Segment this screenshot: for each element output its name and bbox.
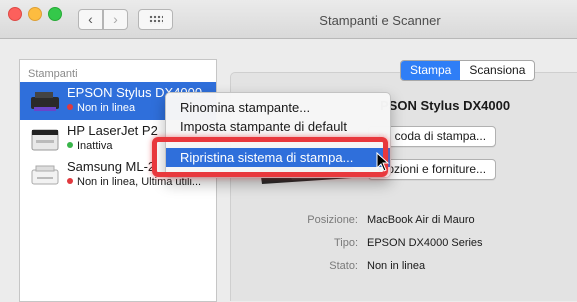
printer-status: Inattiva <box>67 140 112 152</box>
tab-print[interactable]: Stampa <box>401 61 461 80</box>
annotation-highlight <box>152 137 388 177</box>
zoom-window-button[interactable] <box>48 7 62 21</box>
printer-icon <box>31 92 59 111</box>
state-label: Stato: <box>329 260 358 272</box>
status-dot-icon <box>67 178 73 184</box>
printer-name: Samsung ML-2 <box>67 159 156 174</box>
cursor-icon <box>376 152 390 172</box>
printer-title: PSON Stylus DX4000 <box>380 98 511 113</box>
forward-button[interactable]: › <box>103 9 128 30</box>
window-title: Stampanti e Scanner <box>319 13 441 28</box>
minimize-window-button[interactable] <box>28 7 42 21</box>
forward-chevron-icon: › <box>113 11 118 27</box>
print-scan-segmented-control[interactable]: Stampa Scansiona <box>400 60 536 81</box>
location-value: MacBook Air di Mauro <box>367 214 475 226</box>
close-window-button[interactable] <box>8 7 22 21</box>
menu-item-rename[interactable]: Rinomina stampante... <box>166 98 390 117</box>
back-chevron-icon: ‹ <box>88 11 93 27</box>
printer-name: HP LaserJet P2 <box>67 123 158 138</box>
printer-icon <box>31 129 59 151</box>
back-button[interactable]: ‹ <box>78 9 103 30</box>
title-bar: ‹ › Stampanti e Scanner <box>0 0 577 39</box>
show-all-button[interactable] <box>138 9 173 30</box>
type-label: Tipo: <box>333 237 358 249</box>
menu-item-set-default[interactable]: Imposta stampante di default <box>166 117 390 136</box>
grid-icon <box>149 15 163 24</box>
printer-status: Non in linea <box>67 102 135 114</box>
type-value: EPSON DX4000 Series <box>367 237 483 249</box>
location-label: Posizione: <box>307 214 358 226</box>
status-dot-icon <box>67 142 73 148</box>
sidebar-header: Stampanti <box>28 68 78 80</box>
printer-icon <box>31 165 59 185</box>
tab-scan[interactable]: Scansiona <box>460 61 534 80</box>
status-dot-icon <box>67 104 73 110</box>
state-value: Non in linea <box>367 260 426 272</box>
